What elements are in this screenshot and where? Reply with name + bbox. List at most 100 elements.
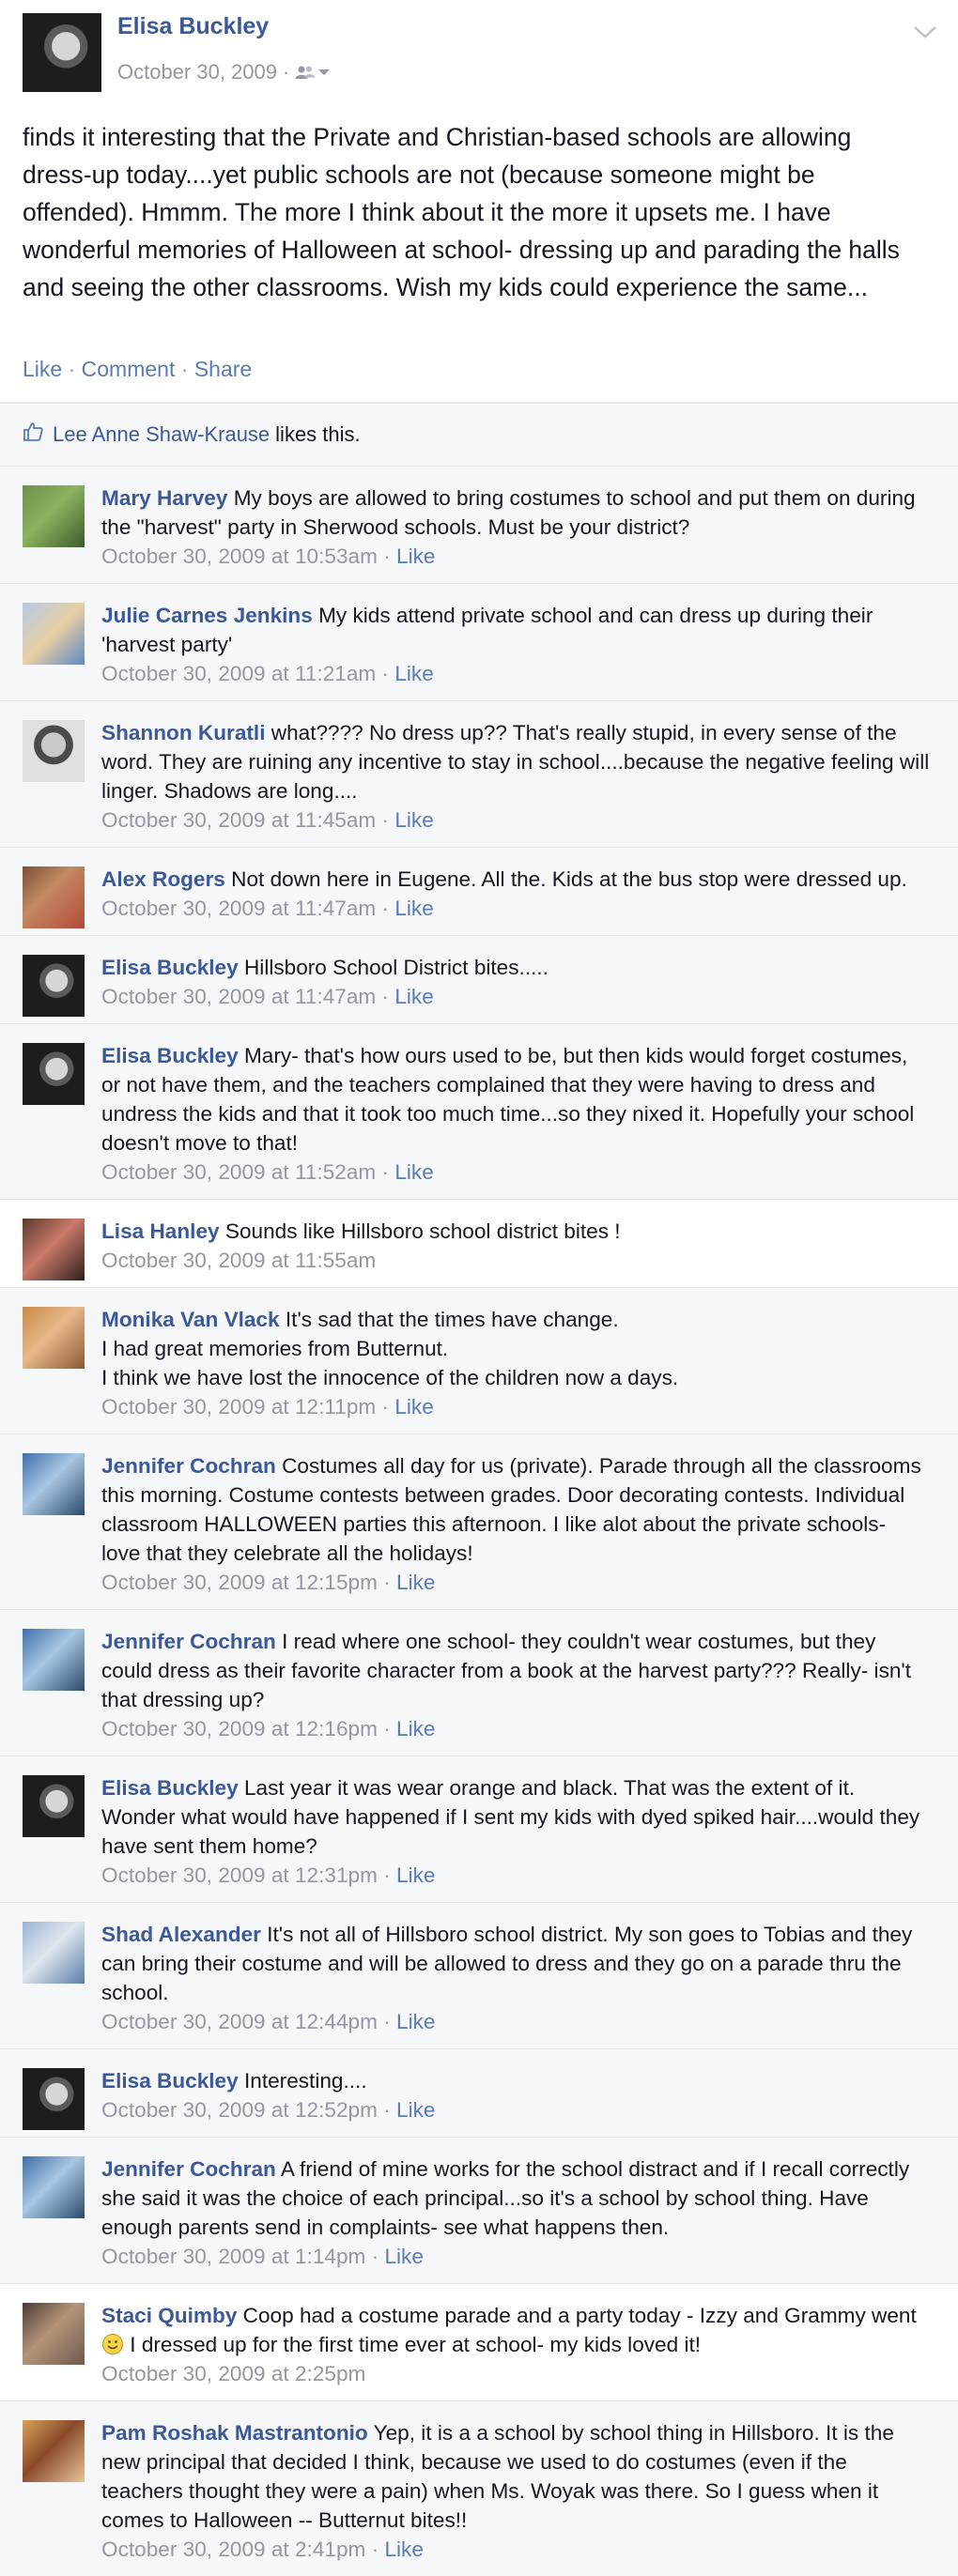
separator: · [376,985,395,1008]
comment-like-button[interactable]: Like [394,1395,433,1418]
comment-timestamp[interactable]: October 30, 2009 at 11:45am [101,808,376,832]
comment-timestamp[interactable]: October 30, 2009 at 12:44pm [101,2010,378,2033]
comment-item: Staci Quimby Coop had a costume parade a… [0,2283,958,2400]
comment-text: Elisa Buckley Last year it was wear oran… [101,1773,930,1861]
comments-list: Mary Harvey My boys are allowed to bring… [0,466,958,2576]
commenter-avatar[interactable] [23,955,85,1017]
comment-like-button[interactable]: Like [396,1863,435,1887]
comment-text: Shannon Kuratli what???? No dress up?? T… [101,718,930,805]
comment-like-button[interactable]: Like [394,662,433,685]
commenter-name[interactable]: Elisa Buckley [101,2069,239,2093]
post-options-chevron-icon[interactable] [913,15,937,47]
commenter-avatar[interactable] [23,2156,85,2218]
comment-like-button[interactable]: Like [394,985,433,1008]
comment-item: Jennifer Cochran I read where one school… [0,1609,958,1756]
commenter-name[interactable]: Pam Roshak Mastrantonio [101,2421,368,2445]
commenter-name[interactable]: Elisa Buckley [101,1776,239,1800]
separator: · [376,1160,395,1184]
comment-body: Not down here in Eugene. All the. Kids a… [231,867,907,891]
commenter-avatar[interactable] [23,1307,85,1369]
comment-like-button[interactable]: Like [394,808,433,832]
comment-like-button[interactable]: Like [384,2245,423,2268]
comment-meta: October 30, 2009 at 12:15pm · Like [101,1568,930,1598]
comment-text: Monika Van Vlack It's sad that the times… [101,1305,930,1392]
comment-meta: October 30, 2009 at 12:52pm · Like [101,2095,930,2125]
comment-like-button[interactable]: Like [384,2538,423,2561]
commenter-name[interactable]: Shannon Kuratli [101,721,265,744]
commenter-avatar[interactable] [23,1043,85,1105]
comment-timestamp[interactable]: October 30, 2009 at 12:15pm [101,1571,378,1594]
commenter-avatar[interactable] [23,2420,85,2482]
comment-timestamp[interactable]: October 30, 2009 at 12:11pm [101,1395,376,1418]
commenter-name[interactable]: Staci Quimby [101,2304,237,2327]
comment-item: Elisa Buckley Last year it was wear oran… [0,1756,958,1902]
share-button[interactable]: Share [194,357,252,381]
commenter-avatar[interactable] [23,1629,85,1691]
comment-body: Interesting.... [243,2069,367,2093]
comment-like-button[interactable]: Like [396,2098,435,2122]
comment-timestamp[interactable]: October 30, 2009 at 12:31pm [101,1863,378,1887]
comment-timestamp[interactable]: October 30, 2009 at 10:53am [101,544,378,568]
comment-item: Elisa Buckley Interesting.... October 30,… [0,2048,958,2137]
commenter-name[interactable]: Shad Alexander [101,1923,261,1946]
comment-timestamp[interactable]: October 30, 2009 at 12:16pm [101,1717,378,1740]
comment-meta: October 30, 2009 at 11:52am · Like [101,1158,930,1188]
comment-timestamp[interactable]: October 30, 2009 at 2:41pm [101,2538,365,2561]
comment-body: Coop had a costume parade and a party to… [242,2304,917,2327]
commenter-avatar[interactable] [23,1922,85,1984]
comment-timestamp[interactable]: October 30, 2009 at 11:52am [101,1160,376,1184]
post-author-name[interactable]: Elisa Buckley [117,13,269,40]
comment-text: Jennifer Cochran Costumes all day for us… [101,1451,930,1568]
comment-meta: October 30, 2009 at 11:47am · Like [101,982,930,1012]
comment-timestamp[interactable]: October 30, 2009 at 2:25pm [101,2362,365,2385]
comment-timestamp[interactable]: October 30, 2009 at 11:55am [101,1249,376,1272]
comment-like-button[interactable]: Like [394,1160,433,1184]
comment-meta: October 30, 2009 at 2:25pm [101,2359,930,2389]
commenter-name[interactable]: Julie Carnes Jenkins [101,604,313,627]
commenter-avatar[interactable] [23,485,85,547]
commenter-name[interactable]: Monika Van Vlack [101,1308,280,1331]
comment-timestamp[interactable]: October 30, 2009 at 11:47am [101,985,376,1008]
comment-text: Shad Alexander It's not all of Hillsboro… [101,1920,930,2007]
commenter-name[interactable]: Jennifer Cochran [101,2157,276,2181]
comment-like-button[interactable]: Like [396,544,435,568]
commenter-avatar[interactable] [23,866,85,928]
comment-like-button[interactable]: Like [396,1571,435,1594]
separator: · [365,2538,385,2561]
commenter-name[interactable]: Jennifer Cochran [101,1454,276,1478]
commenter-avatar[interactable] [23,1219,85,1280]
like-button[interactable]: Like [23,357,62,381]
commenter-avatar[interactable] [23,720,85,782]
comment-timestamp[interactable]: October 30, 2009 at 11:47am [101,897,376,920]
comment-item: Mary Harvey My boys are allowed to bring… [0,466,958,583]
separator: · [376,897,395,920]
comment-timestamp[interactable]: October 30, 2009 at 11:21am [101,662,376,685]
comment-like-button[interactable]: Like [396,2010,435,2033]
commenter-avatar[interactable] [23,1453,85,1515]
commenter-name[interactable]: Elisa Buckley [101,1044,239,1067]
comment-item: Monika Van Vlack It's sad that the times… [0,1287,958,1434]
commenter-name[interactable]: Lisa Hanley [101,1219,220,1243]
friends-audience-icon[interactable] [295,65,331,80]
comment-like-button[interactable]: Like [396,1717,435,1740]
comment-like-button[interactable]: Like [394,897,433,920]
commenter-avatar[interactable] [23,1775,85,1837]
comment-button[interactable]: Comment [82,357,176,381]
comment-item: Julie Carnes Jenkins My kids attend priv… [0,583,958,700]
comment-text: Elisa Buckley Mary- that's how ours used… [101,1041,930,1158]
liker-name[interactable]: Lee Anne Shaw-Krause [53,422,270,447]
commenter-name[interactable]: Elisa Buckley [101,956,239,979]
commenter-name[interactable]: Alex Rogers [101,867,225,891]
commenter-avatar[interactable] [23,2303,85,2365]
commenter-avatar[interactable] [23,2068,85,2130]
commenter-name[interactable]: Mary Harvey [101,486,227,510]
post-actions: Like · Comment · Share [23,357,252,382]
commenter-name[interactable]: Jennifer Cochran [101,1630,276,1653]
comment-item: Elisa Buckley Hillsboro School District … [0,935,958,1023]
post-date[interactable]: October 30, 2009 [117,60,277,84]
commenter-avatar[interactable] [23,603,85,665]
author-avatar[interactable] [23,13,101,92]
comment-timestamp[interactable]: October 30, 2009 at 12:52pm [101,2098,378,2122]
comment-text: Elisa Buckley Hillsboro School District … [101,953,930,982]
comment-timestamp[interactable]: October 30, 2009 at 1:14pm [101,2245,365,2268]
